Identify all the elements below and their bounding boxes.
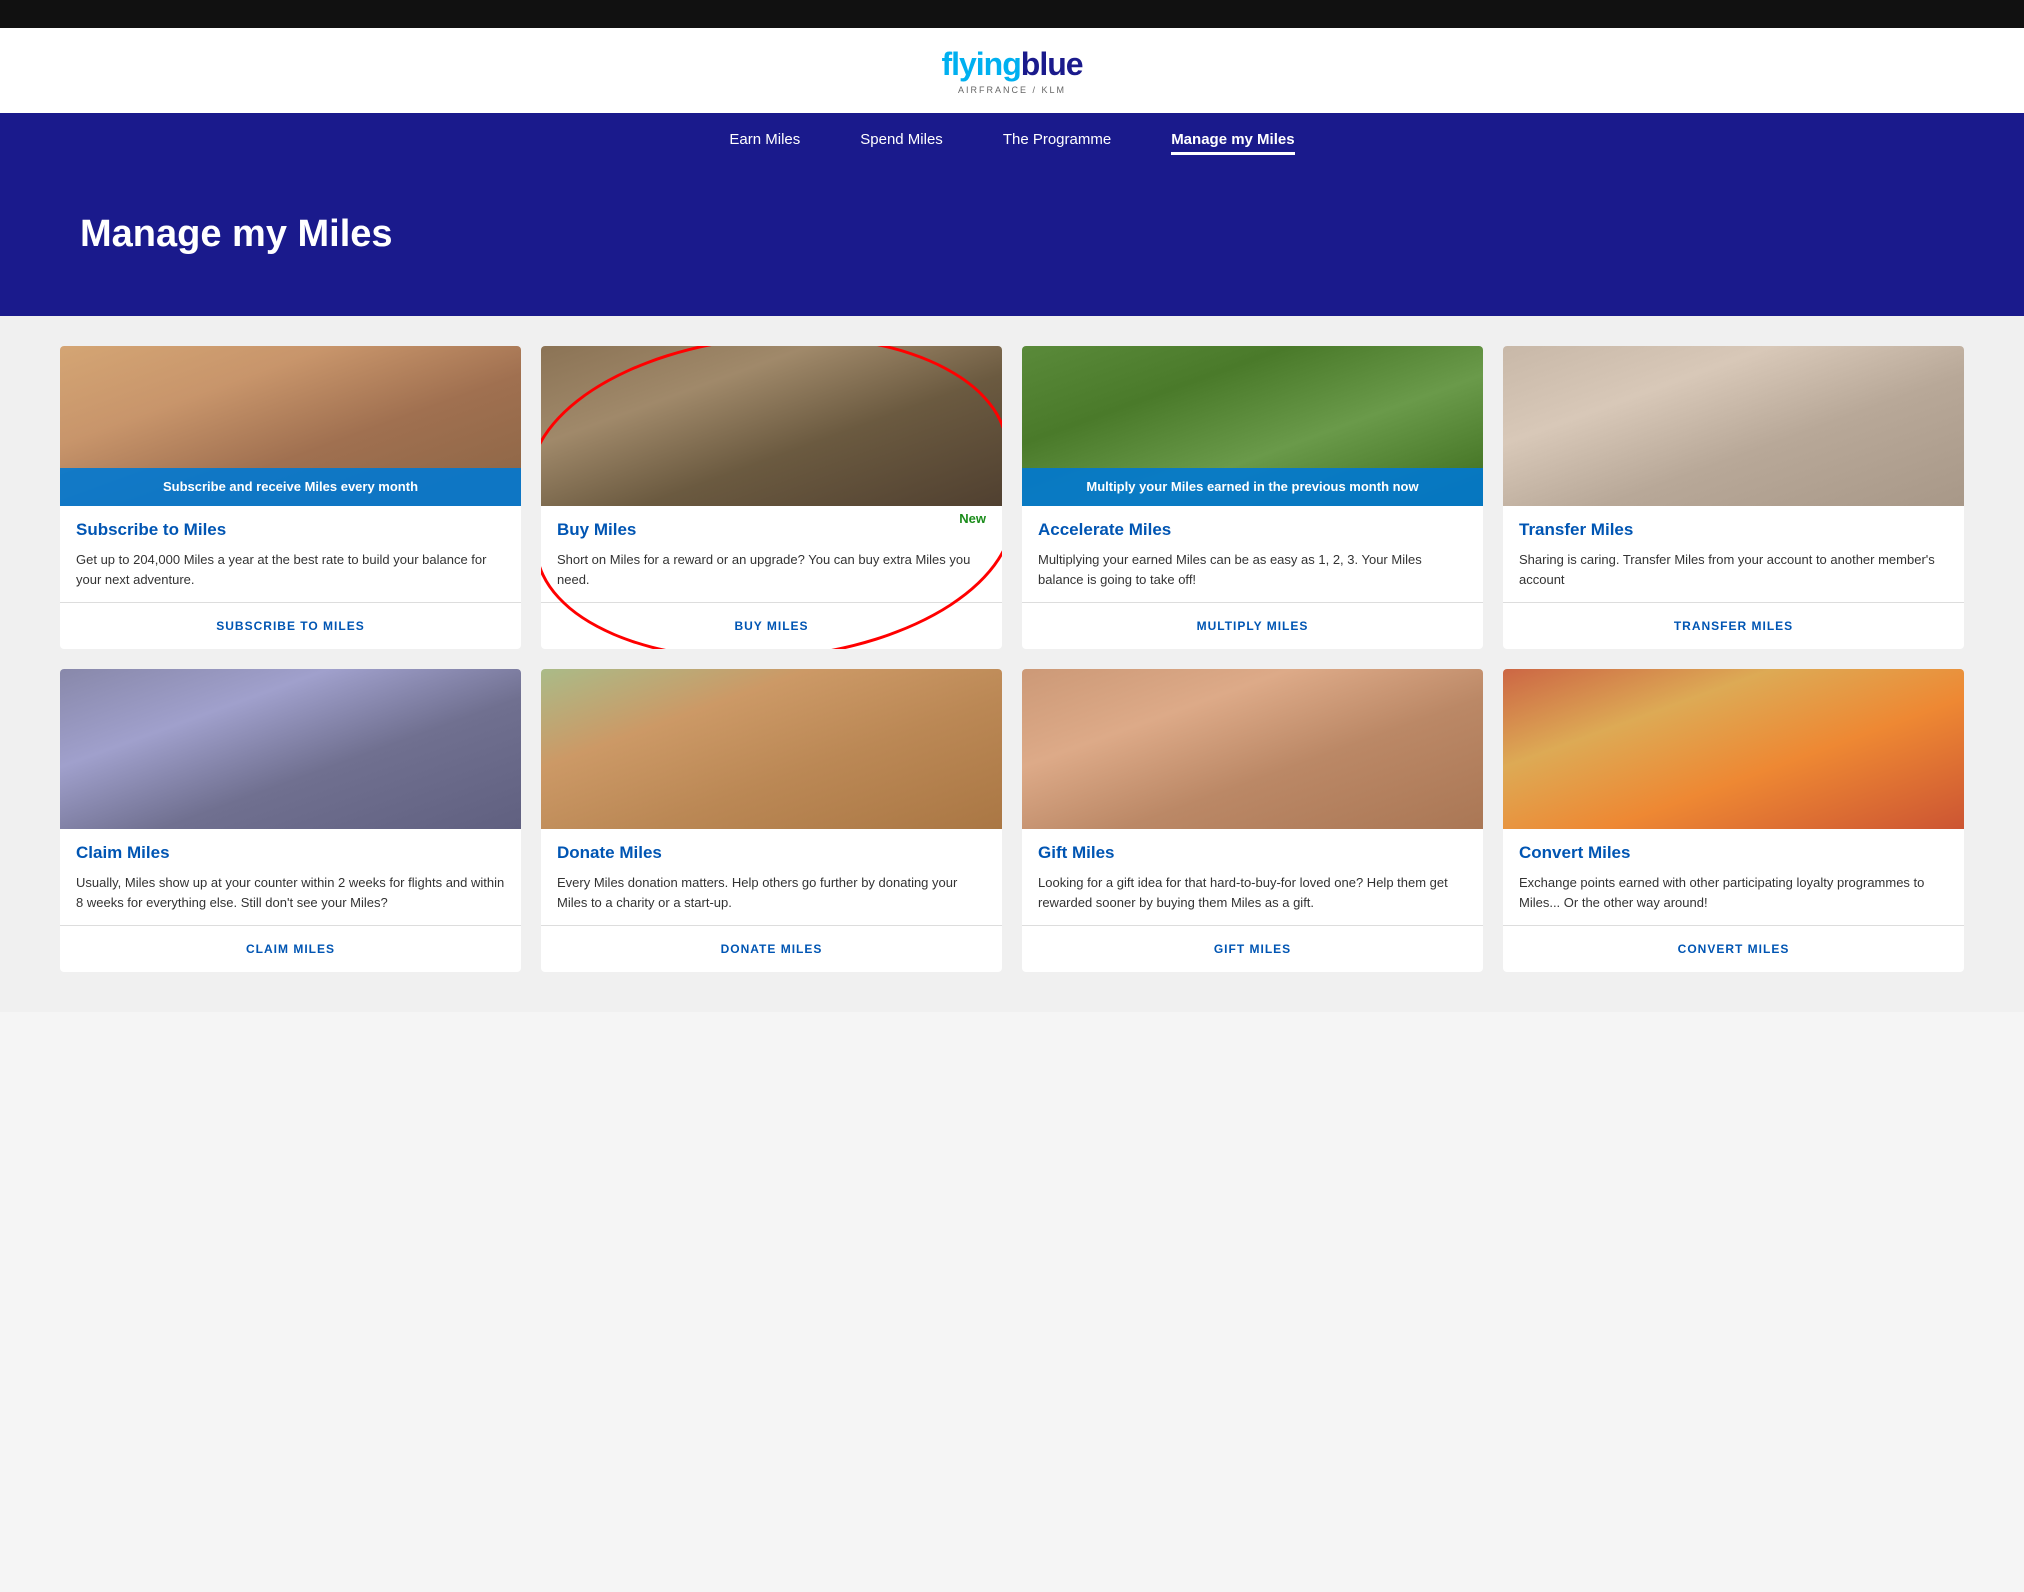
card-footer-transfer: TRANSFER MILES bbox=[1503, 602, 1964, 649]
card-title-claim: Claim Miles bbox=[76, 843, 505, 863]
nav-programme[interactable]: The Programme bbox=[1003, 131, 1111, 155]
card-cta-transfer[interactable]: TRANSFER MILES bbox=[1674, 619, 1793, 633]
card-title-subscribe: Subscribe to Miles bbox=[76, 520, 505, 540]
logo[interactable]: flyingblue AIRFRANCE / KLM bbox=[941, 46, 1082, 95]
card-cta-gift[interactable]: GIFT MILES bbox=[1214, 942, 1291, 956]
card-buy: New Buy Miles Short on Miles for a rewar… bbox=[541, 346, 1002, 649]
card-desc-buy: Short on Miles for a reward or an upgrad… bbox=[557, 550, 986, 589]
card-title-gift: Gift Miles bbox=[1038, 843, 1467, 863]
card-gift: Gift Miles Looking for a gift idea for t… bbox=[1022, 669, 1483, 972]
logo-sub: AIRFRANCE / KLM bbox=[958, 85, 1066, 95]
card-image-buy bbox=[541, 346, 1002, 506]
card-image-claim bbox=[60, 669, 521, 829]
logo-text: flyingblue bbox=[941, 46, 1082, 83]
nav-bar: Earn Miles Spend Miles The Programme Man… bbox=[0, 113, 2024, 173]
card-desc-accelerate: Multiplying your earned Miles can be as … bbox=[1038, 550, 1467, 589]
card-desc-gift: Looking for a gift idea for that hard-to… bbox=[1038, 873, 1467, 912]
card-overlay-accelerate: Multiply your Miles earned in the previo… bbox=[1022, 468, 1483, 506]
card-cta-convert[interactable]: CONVERT MILES bbox=[1678, 942, 1790, 956]
card-claim: Claim Miles Usually, Miles show up at yo… bbox=[60, 669, 521, 972]
card-subscribe: Subscribe and receive Miles every month … bbox=[60, 346, 521, 649]
card-footer-subscribe: SUBSCRIBE TO MILES bbox=[60, 602, 521, 649]
card-overlay-subscribe: Subscribe and receive Miles every month bbox=[60, 468, 521, 506]
card-donate: Donate Miles Every Miles donation matter… bbox=[541, 669, 1002, 972]
card-image-gift bbox=[1022, 669, 1483, 829]
card-image-subscribe: Subscribe and receive Miles every month bbox=[60, 346, 521, 506]
card-cta-accelerate[interactable]: MULTIPLY MILES bbox=[1197, 619, 1309, 633]
card-image-transfer bbox=[1503, 346, 1964, 506]
page-title: Manage my Miles bbox=[80, 213, 1944, 256]
card-title-donate: Donate Miles bbox=[557, 843, 986, 863]
card-image-convert bbox=[1503, 669, 1964, 829]
card-cta-subscribe[interactable]: SUBSCRIBE TO MILES bbox=[216, 619, 364, 633]
card-desc-convert: Exchange points earned with other partic… bbox=[1519, 873, 1948, 912]
nav-earn-miles[interactable]: Earn Miles bbox=[729, 131, 800, 155]
card-cta-buy[interactable]: BUY MILES bbox=[734, 619, 808, 633]
card-footer-gift: GIFT MILES bbox=[1022, 925, 1483, 972]
card-image-donate bbox=[541, 669, 1002, 829]
card-title-convert: Convert Miles bbox=[1519, 843, 1948, 863]
card-desc-transfer: Sharing is caring. Transfer Miles from y… bbox=[1519, 550, 1948, 589]
card-title-transfer: Transfer Miles bbox=[1519, 520, 1948, 540]
card-footer-donate: DONATE MILES bbox=[541, 925, 1002, 972]
card-title-accelerate: Accelerate Miles bbox=[1038, 520, 1467, 540]
card-image-accelerate: Multiply your Miles earned in the previo… bbox=[1022, 346, 1483, 506]
new-badge-buy: New bbox=[959, 511, 986, 526]
top-bar bbox=[0, 0, 2024, 28]
card-convert: Convert Miles Exchange points earned wit… bbox=[1503, 669, 1964, 972]
content-area: Subscribe and receive Miles every month … bbox=[0, 316, 2024, 1012]
hero-section: Manage my Miles bbox=[0, 173, 2024, 316]
cards-grid: Subscribe and receive Miles every month … bbox=[60, 346, 1964, 972]
card-footer-claim: CLAIM MILES bbox=[60, 925, 521, 972]
card-title-buy: Buy Miles bbox=[557, 520, 986, 540]
card-footer-convert: CONVERT MILES bbox=[1503, 925, 1964, 972]
card-cta-donate[interactable]: DONATE MILES bbox=[721, 942, 823, 956]
card-desc-subscribe: Get up to 204,000 Miles a year at the be… bbox=[76, 550, 505, 589]
nav-spend-miles[interactable]: Spend Miles bbox=[860, 131, 943, 155]
card-footer-buy: BUY MILES bbox=[541, 602, 1002, 649]
header: flyingblue AIRFRANCE / KLM bbox=[0, 28, 2024, 113]
card-accelerate: Multiply your Miles earned in the previo… bbox=[1022, 346, 1483, 649]
card-desc-donate: Every Miles donation matters. Help other… bbox=[557, 873, 986, 912]
card-cta-claim[interactable]: CLAIM MILES bbox=[246, 942, 335, 956]
card-footer-accelerate: MULTIPLY MILES bbox=[1022, 602, 1483, 649]
nav-manage-miles[interactable]: Manage my Miles bbox=[1171, 131, 1294, 155]
card-desc-claim: Usually, Miles show up at your counter w… bbox=[76, 873, 505, 912]
card-transfer: Transfer Miles Sharing is caring. Transf… bbox=[1503, 346, 1964, 649]
